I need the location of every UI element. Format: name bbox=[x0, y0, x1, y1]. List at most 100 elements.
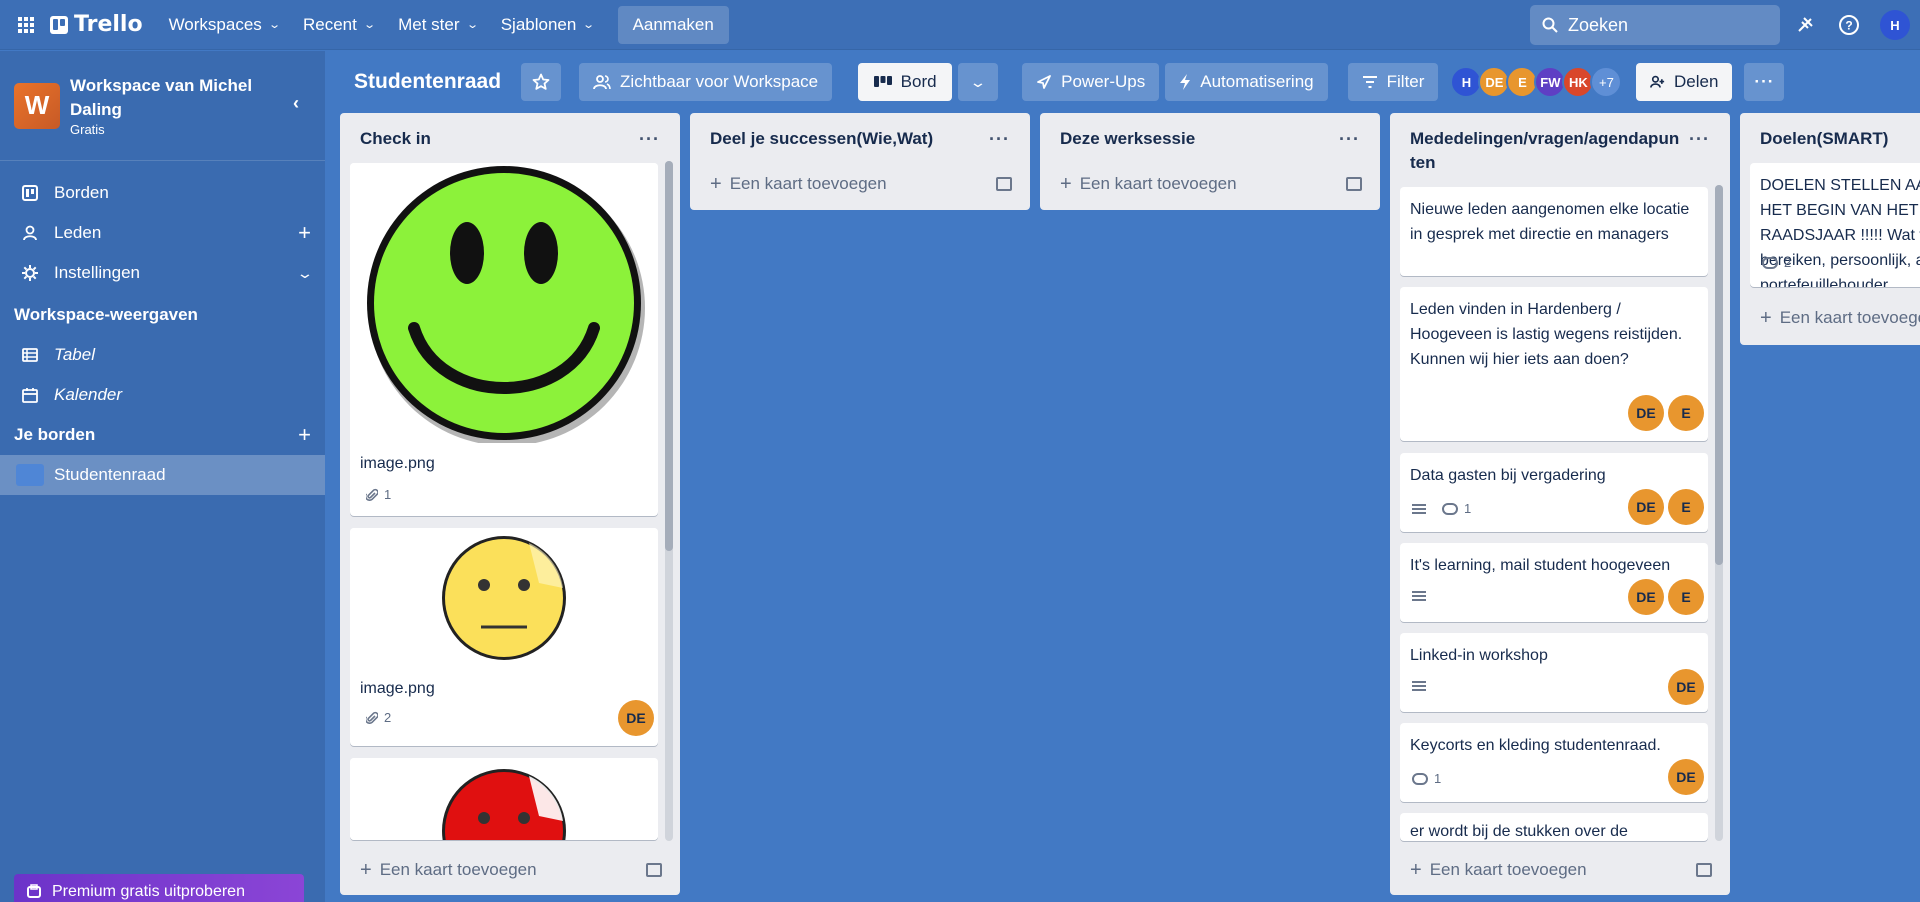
template-card-icon[interactable] bbox=[1696, 863, 1712, 877]
template-card-icon[interactable] bbox=[1346, 177, 1362, 191]
card-cover-image bbox=[350, 758, 658, 840]
card-member-avatar[interactable]: DE bbox=[1668, 669, 1704, 705]
help-icon[interactable]: ? bbox=[1836, 12, 1862, 38]
trello-logo[interactable]: Trello bbox=[50, 12, 143, 37]
sidebar-item-borden[interactable]: Borden bbox=[0, 173, 325, 213]
add-board-icon[interactable]: + bbox=[298, 422, 311, 448]
automation-label: Automatisering bbox=[1200, 72, 1314, 91]
nav-workspaces-label: Workspaces bbox=[168, 14, 262, 34]
collapse-sidebar-icon[interactable]: ‹ bbox=[293, 93, 299, 114]
card-member-avatar[interactable]: DE bbox=[1628, 489, 1664, 525]
card-image-smiley-neutral[interactable]: image.png 2 DE bbox=[350, 528, 658, 746]
list-scrollbar-thumb[interactable] bbox=[1715, 185, 1723, 565]
share-button[interactable]: Delen bbox=[1636, 63, 1733, 101]
card[interactable]: It's learning, mail student hoogeveen DE… bbox=[1400, 543, 1708, 622]
list-title[interactable]: Deel je successen(Wie,Wat) bbox=[710, 127, 933, 151]
board-title[interactable]: Studentenraad bbox=[354, 70, 501, 94]
list-title[interactable]: Doelen(SMART) bbox=[1760, 127, 1888, 151]
comment-icon bbox=[1412, 772, 1428, 785]
board-view-icon bbox=[873, 76, 892, 87]
card-image-smiley-red[interactable] bbox=[350, 758, 658, 840]
user-avatar[interactable]: H bbox=[1880, 10, 1910, 40]
gear-icon bbox=[20, 265, 40, 281]
plus-icon: + bbox=[1410, 858, 1422, 881]
more-members-badge[interactable]: +7 bbox=[1590, 66, 1623, 98]
list-menu-icon[interactable]: ··· bbox=[639, 127, 660, 151]
list-werksessie: Deze werksessie ··· + Een kaart toevoege… bbox=[1040, 113, 1380, 210]
add-member-icon[interactable]: + bbox=[298, 220, 311, 246]
card[interactable]: er wordt bij de stukken over de bbox=[1400, 813, 1708, 841]
card[interactable]: Data gasten bij vergadering 1 DE E bbox=[1400, 453, 1708, 532]
sidebar-board-studentenraad[interactable]: Studentenraad bbox=[0, 455, 325, 495]
list-menu-icon[interactable]: ··· bbox=[1339, 127, 1360, 151]
chevron-down-icon[interactable]: ⌄ bbox=[296, 265, 314, 282]
add-card-button[interactable]: + Een kaart toevoegen bbox=[1040, 169, 1380, 199]
card[interactable]: Leden vinden in Hardenberg / Hoogeveen i… bbox=[1400, 287, 1708, 441]
powerups-button[interactable]: Power-Ups bbox=[1022, 63, 1160, 101]
add-card-button[interactable]: + Een kaart toevoegen bbox=[1390, 855, 1730, 885]
card-member-avatar[interactable]: E bbox=[1668, 395, 1704, 431]
list-title[interactable]: Deze werksessie bbox=[1060, 127, 1195, 151]
nav-recent[interactable]: Recent ⌄ bbox=[293, 7, 384, 43]
nav-starred[interactable]: Met ster ⌄ bbox=[388, 7, 487, 43]
description-icon bbox=[1412, 681, 1426, 691]
card-member-avatar[interactable]: DE bbox=[1628, 579, 1664, 615]
card-image-smiley-green[interactable]: image.png 1 bbox=[350, 163, 658, 516]
board-icon bbox=[20, 185, 40, 201]
card[interactable]: DOELEN STELLEN AAN HET BEGIN VAN HET RAA… bbox=[1750, 163, 1920, 287]
view-switcher-button[interactable]: ⌄ bbox=[958, 63, 999, 101]
card-title: image.png bbox=[360, 680, 435, 697]
nav-templates[interactable]: Sjablonen ⌄ bbox=[491, 7, 604, 43]
more-icon: ··· bbox=[1754, 72, 1775, 91]
card-member-avatar[interactable]: E bbox=[1668, 489, 1704, 525]
nav-workspaces[interactable]: Workspaces ⌄ bbox=[159, 7, 289, 43]
card-member-avatar[interactable]: DE bbox=[618, 700, 654, 736]
list-title[interactable]: Mededelingen/vragen/agendapunten bbox=[1410, 127, 1680, 175]
board-header: Studentenraad Zichtbaar voor Workspace B… bbox=[326, 51, 1920, 113]
nav-starred-label: Met ster bbox=[398, 14, 460, 34]
board-menu-button[interactable]: ··· bbox=[1744, 63, 1785, 101]
filter-button[interactable]: Filter bbox=[1347, 63, 1439, 101]
sidebar-view-tabel[interactable]: Tabel bbox=[0, 335, 325, 375]
visibility-button[interactable]: Zichtbaar voor Workspace bbox=[579, 63, 833, 101]
card[interactable]: Nieuwe leden aangenomen elke locatie in … bbox=[1400, 187, 1708, 276]
card-member-avatar[interactable]: DE bbox=[1668, 759, 1704, 795]
list-scrollbar[interactable] bbox=[1715, 185, 1723, 841]
star-board-button[interactable] bbox=[521, 63, 562, 101]
attachment-count: 2 bbox=[384, 710, 392, 725]
card-member-avatar[interactable]: E bbox=[1668, 579, 1704, 615]
card-member-avatar[interactable]: DE bbox=[1628, 395, 1664, 431]
create-button[interactable]: Aanmaken bbox=[617, 5, 729, 44]
list-title[interactable]: Check in bbox=[360, 127, 431, 151]
sidebar-view-label: Kalender bbox=[54, 385, 123, 404]
board-members: H DE E FW HK +7 bbox=[1450, 66, 1623, 98]
list-scrollbar[interactable] bbox=[665, 161, 673, 841]
search-input[interactable]: Zoeken bbox=[1530, 5, 1780, 45]
sidebar-item-leden[interactable]: Leden + bbox=[0, 213, 325, 253]
apps-switcher-icon[interactable] bbox=[8, 7, 44, 43]
card[interactable]: Keycorts en kleding studentenraad. 1 DE bbox=[1400, 723, 1708, 802]
add-card-button[interactable]: + Een kaart toevoegen bbox=[690, 169, 1030, 199]
comment-count: 1 bbox=[1434, 771, 1442, 786]
comment-icon bbox=[1442, 502, 1458, 515]
board-view-button[interactable]: Bord bbox=[858, 63, 953, 101]
sidebar-item-instellingen[interactable]: Instellingen ⌄ bbox=[0, 253, 325, 293]
premium-trial-button[interactable]: Premium gratis uitproberen bbox=[14, 874, 304, 902]
automation-button[interactable]: Automatisering bbox=[1165, 63, 1328, 101]
sidebar-item-label: Borden bbox=[54, 183, 109, 202]
template-card-icon[interactable] bbox=[646, 863, 662, 877]
chevron-down-icon: ⌄ bbox=[582, 19, 596, 31]
attachment-badge: 1 bbox=[366, 487, 391, 502]
sidebar-item-label: Leden bbox=[54, 223, 102, 242]
sidebar-view-kalender[interactable]: Kalender bbox=[0, 375, 325, 415]
list-scrollbar-thumb[interactable] bbox=[665, 161, 673, 551]
list-menu-icon[interactable]: ··· bbox=[989, 127, 1010, 151]
template-card-icon[interactable] bbox=[996, 177, 1012, 191]
workspace-name[interactable]: Workspace van Michel Daling bbox=[70, 74, 270, 122]
list-menu-icon[interactable]: ··· bbox=[1689, 127, 1710, 175]
notifications-icon[interactable] bbox=[1792, 12, 1818, 38]
rocket-icon bbox=[1037, 75, 1052, 89]
add-card-button[interactable]: + Een kaart toevoegen bbox=[340, 855, 680, 885]
card[interactable]: Linked-in workshop DE bbox=[1400, 633, 1708, 712]
add-card-button[interactable]: + Een kaart toevoegen bbox=[1740, 303, 1920, 333]
